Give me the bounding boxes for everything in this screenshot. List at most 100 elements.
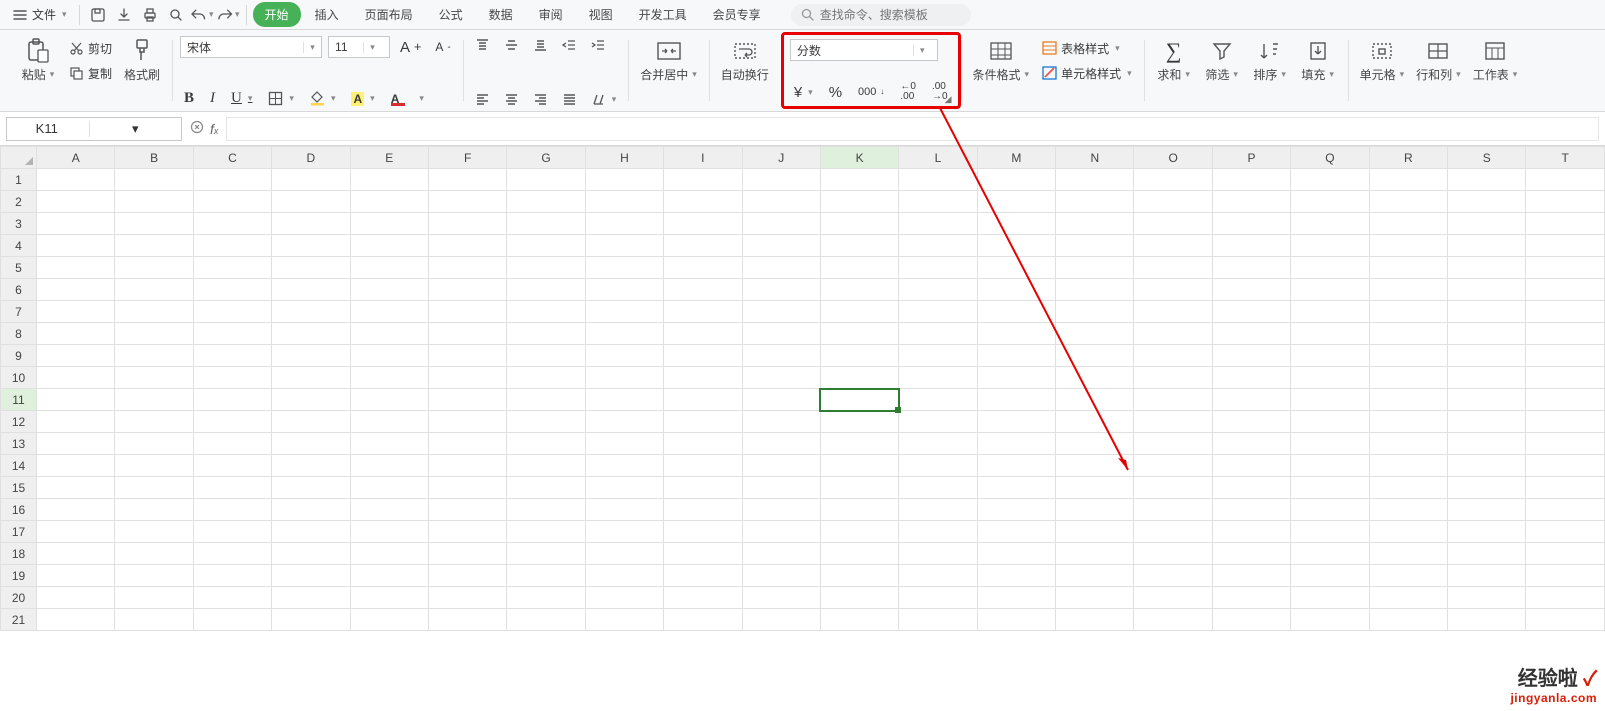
cell[interactable] — [1056, 213, 1134, 235]
cell[interactable] — [37, 521, 115, 543]
cell[interactable] — [1212, 191, 1290, 213]
cell[interactable] — [977, 345, 1055, 367]
cell[interactable] — [1448, 411, 1526, 433]
cell[interactable] — [1056, 565, 1134, 587]
cell[interactable] — [899, 279, 977, 301]
cell[interactable] — [1134, 543, 1212, 565]
cell[interactable] — [1056, 235, 1134, 257]
cell[interactable] — [742, 609, 820, 631]
cell[interactable] — [585, 389, 663, 411]
cell[interactable] — [115, 411, 193, 433]
col-header[interactable]: F — [428, 147, 506, 169]
cell[interactable] — [115, 191, 193, 213]
cell[interactable] — [350, 565, 428, 587]
paste-button[interactable]: 粘贴▾ — [16, 36, 60, 85]
cell[interactable] — [899, 477, 977, 499]
cell[interactable] — [193, 587, 271, 609]
cell[interactable] — [1212, 367, 1290, 389]
cell[interactable] — [507, 191, 585, 213]
cell[interactable] — [350, 257, 428, 279]
cell[interactable] — [507, 587, 585, 609]
col-header[interactable]: E — [350, 147, 428, 169]
cell[interactable] — [115, 323, 193, 345]
cell[interactable] — [1369, 499, 1447, 521]
cell[interactable] — [37, 257, 115, 279]
cell[interactable] — [977, 433, 1055, 455]
cell[interactable] — [585, 455, 663, 477]
cell[interactable] — [664, 257, 742, 279]
cell[interactable] — [272, 521, 350, 543]
cell[interactable] — [820, 455, 898, 477]
comma-button[interactable]: 000↓ — [854, 85, 888, 100]
cell[interactable] — [820, 609, 898, 631]
align-center-button[interactable] — [500, 90, 523, 109]
cell[interactable] — [899, 389, 977, 411]
filter-button[interactable]: 筛选▾ — [1200, 36, 1244, 85]
cell[interactable] — [1212, 411, 1290, 433]
cell[interactable] — [37, 323, 115, 345]
cell[interactable] — [1056, 609, 1134, 631]
cell[interactable] — [1134, 521, 1212, 543]
indent-increase-button[interactable] — [587, 36, 610, 55]
cell[interactable] — [1369, 257, 1447, 279]
orientation-button[interactable]: ▾ — [587, 90, 621, 109]
cell[interactable] — [193, 609, 271, 631]
cell[interactable] — [350, 191, 428, 213]
cell[interactable] — [428, 499, 506, 521]
align-justify-button[interactable] — [558, 90, 581, 109]
cell[interactable] — [1134, 235, 1212, 257]
cell[interactable] — [507, 367, 585, 389]
cell[interactable] — [977, 455, 1055, 477]
cell[interactable] — [899, 455, 977, 477]
cell[interactable] — [585, 367, 663, 389]
cell[interactable] — [350, 543, 428, 565]
row-header[interactable]: 6 — [1, 279, 37, 301]
tab-review[interactable]: 审阅 — [527, 2, 575, 27]
row-header[interactable]: 10 — [1, 367, 37, 389]
cell[interactable] — [115, 345, 193, 367]
cell[interactable] — [742, 543, 820, 565]
cell[interactable] — [1526, 455, 1605, 477]
cell[interactable] — [1448, 169, 1526, 191]
font-name-combo[interactable]: 宋体▾ — [180, 36, 322, 58]
cell[interactable] — [1448, 499, 1526, 521]
cell[interactable] — [1369, 389, 1447, 411]
col-header[interactable]: S — [1448, 147, 1526, 169]
col-header[interactable]: A — [37, 147, 115, 169]
cell[interactable] — [664, 521, 742, 543]
cell[interactable] — [193, 345, 271, 367]
cell[interactable] — [1134, 279, 1212, 301]
col-header[interactable]: M — [977, 147, 1055, 169]
col-header[interactable]: T — [1526, 147, 1605, 169]
cell[interactable] — [977, 191, 1055, 213]
cell[interactable] — [1448, 323, 1526, 345]
cell[interactable] — [977, 169, 1055, 191]
cell[interactable] — [585, 521, 663, 543]
cell[interactable] — [272, 191, 350, 213]
cell[interactable] — [1134, 257, 1212, 279]
cell[interactable] — [1056, 169, 1134, 191]
cell[interactable] — [899, 609, 977, 631]
fill-color-button[interactable]: ▾ — [306, 89, 340, 108]
cell[interactable] — [1134, 301, 1212, 323]
col-header[interactable]: R — [1369, 147, 1447, 169]
cell[interactable] — [742, 169, 820, 191]
cell[interactable] — [1369, 411, 1447, 433]
cell[interactable] — [664, 213, 742, 235]
cell[interactable] — [977, 521, 1055, 543]
cell[interactable] — [742, 323, 820, 345]
cell[interactable] — [272, 587, 350, 609]
cell[interactable] — [820, 477, 898, 499]
row-header[interactable]: 11 — [1, 389, 37, 411]
cell[interactable] — [1291, 521, 1369, 543]
cell[interactable] — [37, 609, 115, 631]
cell[interactable] — [350, 455, 428, 477]
cell[interactable] — [193, 389, 271, 411]
row-header[interactable]: 14 — [1, 455, 37, 477]
cell[interactable] — [1212, 257, 1290, 279]
cell[interactable] — [977, 587, 1055, 609]
cell[interactable] — [1369, 367, 1447, 389]
cell[interactable] — [428, 477, 506, 499]
cell[interactable] — [664, 543, 742, 565]
cell[interactable] — [428, 367, 506, 389]
